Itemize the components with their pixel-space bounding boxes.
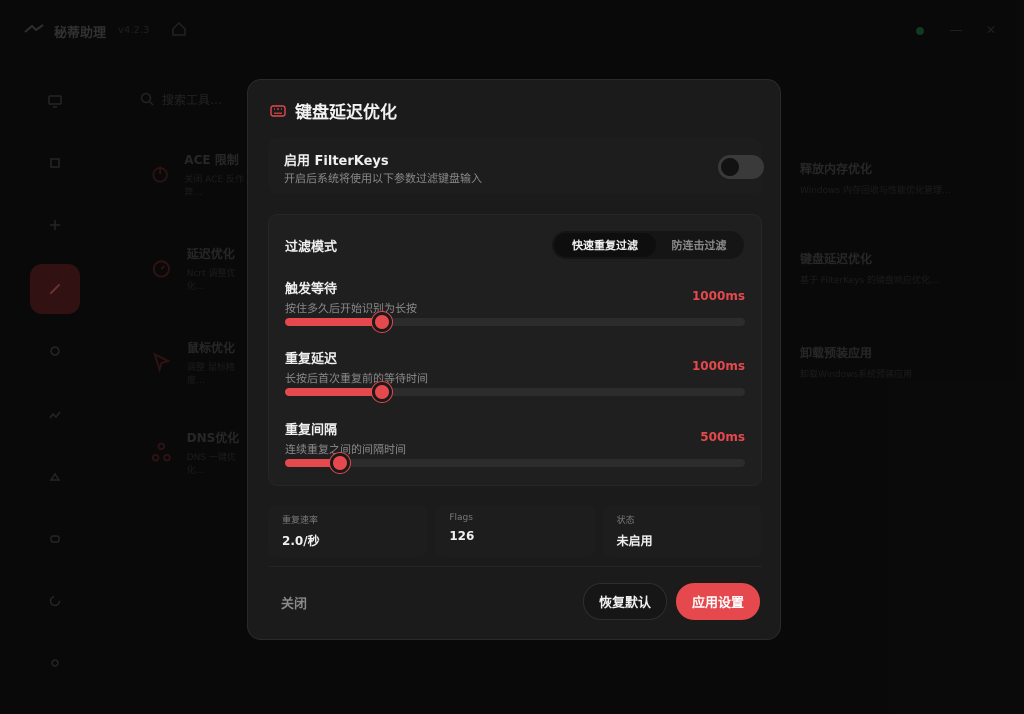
dialog-header: 键盘延迟优化 [270, 98, 397, 123]
slider-thumb[interactable] [371, 312, 392, 332]
slider-title: 触发等待 [285, 282, 338, 297]
filterkeys-toggle[interactable] [718, 155, 764, 179]
mode-anti-double-click-button[interactable]: 防连击过滤 [656, 233, 742, 257]
slider-title: 重复延迟 [285, 352, 338, 367]
close-button[interactable]: 关闭 [281, 593, 307, 612]
stat-value: 126 [449, 529, 475, 543]
filter-mode-label: 过滤模式 [285, 240, 338, 255]
stat-value: 2.0/秒 [282, 534, 320, 548]
stat-flags: Flags 126 [435, 505, 595, 557]
stats-row: 重复速率 2.0/秒 Flags 126 状态 未启用 [268, 505, 762, 557]
filter-mode-segmented-control: 快速重复过滤 防连击过滤 [552, 231, 744, 259]
slider-fill [285, 388, 382, 396]
slider-fill [285, 318, 382, 326]
divider [268, 566, 762, 567]
keyboard-icon [270, 104, 286, 117]
slider-desc: 长按后首次重复前的等待时间 [285, 372, 428, 385]
enable-desc: 开启后系统将使用以下参数过滤键盘输入 [284, 172, 482, 185]
slider-desc: 按住多久后开始识别为长按 [285, 302, 417, 315]
dialog-title: 键盘延迟优化 [295, 103, 397, 123]
stat-repeat-rate: 重复速率 2.0/秒 [268, 505, 428, 557]
slider-title: 重复间隔 [285, 423, 338, 438]
slider-thumb[interactable] [371, 382, 392, 402]
toggle-knob [721, 158, 739, 176]
slider-value: 500ms [700, 430, 745, 444]
enable-title: 启用 FilterKeys [284, 154, 389, 169]
slider-value: 1000ms [691, 289, 745, 303]
slider-repeat-interval: 重复间隔 连续重复之间的间隔时间 500ms [285, 419, 745, 473]
stat-label: 状态 [616, 516, 635, 526]
slider-trigger-wait: 触发等待 按住多久后开始识别为长按 1000ms [285, 278, 745, 332]
slider-value: 1000ms [691, 359, 745, 373]
stat-label: Flags [449, 513, 473, 523]
slider-desc: 连续重复之间的间隔时间 [285, 443, 406, 456]
enable-filterkeys-row: 启用 FilterKeys 开启后系统将使用以下参数过滤键盘输入 [268, 138, 764, 194]
slider-track[interactable] [285, 382, 745, 402]
slider-track[interactable] [285, 312, 745, 332]
stat-label: 重复速率 [282, 516, 319, 526]
stat-value: 未启用 [616, 534, 653, 548]
apply-settings-button[interactable]: 应用设置 [676, 583, 760, 620]
slider-thumb[interactable] [330, 453, 351, 473]
mode-fast-repeat-button[interactable]: 快速重复过滤 [554, 233, 656, 257]
slider-repeat-delay: 重复延迟 长按后首次重复前的等待时间 1000ms [285, 348, 745, 402]
keyboard-latency-dialog: 键盘延迟优化 启用 FilterKeys 开启后系统将使用以下参数过滤键盘输入 … [247, 79, 781, 640]
slider-track[interactable] [285, 453, 745, 473]
stat-status: 状态 未启用 [602, 505, 762, 557]
reset-defaults-button[interactable]: 恢复默认 [583, 583, 667, 620]
filter-settings-panel: 过滤模式 快速重复过滤 防连击过滤 触发等待 按住多久后开始识别为长按 1000… [268, 214, 762, 486]
